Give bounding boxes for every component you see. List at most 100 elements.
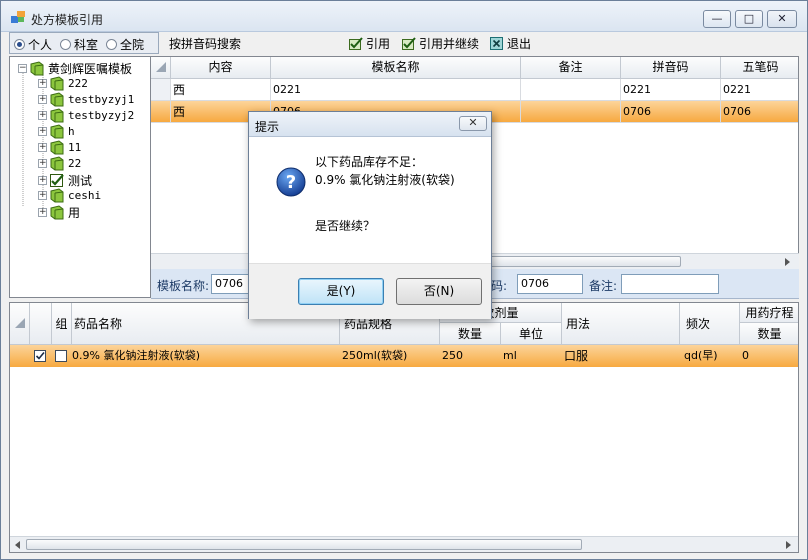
tree-item[interactable]: + testbyzyj2 — [38, 108, 134, 123]
note-input[interactable] — [621, 274, 719, 294]
table-cell[interactable]: 0221 — [271, 79, 521, 101]
col-header-dose-unit[interactable]: 单位 — [501, 323, 562, 345]
table-row[interactable]: 0.9% 氯化钠注射液(软袋) 250ml(软袋) 250 ml 口服 qd(早… — [10, 345, 798, 367]
exit-label: 退出 — [507, 36, 532, 51]
pinyin-search-button[interactable]: 按拼音码搜索 — [169, 34, 241, 52]
dialog-footer: 是(Y) 否(N) — [249, 263, 491, 319]
table-cell[interactable]: 0706 — [721, 101, 798, 123]
question-icon: ? — [276, 167, 306, 197]
expand-icon: + — [38, 207, 47, 217]
scope-radio-department[interactable]: 科室 — [60, 36, 98, 53]
tree-item[interactable]: + 测试 — [38, 172, 92, 189]
col-header-check[interactable] — [30, 303, 52, 345]
book-icon — [50, 92, 64, 107]
table-cell[interactable]: 西 — [171, 79, 271, 101]
prescription-template-window: 处方模板引用 — □ ✕ 个人 科室 全院 按拼音码搜索 引用 引用并继续 退出… — [0, 0, 808, 560]
dialog-title-bar: 提示 ✕ — [249, 112, 491, 137]
minimize-button[interactable]: — — [703, 10, 731, 28]
col-header-pinyin[interactable]: 拼音码 — [621, 57, 721, 79]
cite-continue-button[interactable]: 引用并继续 — [402, 34, 479, 52]
checkmark-icon — [35, 351, 45, 360]
col-header-dose-qty[interactable]: 数量 — [440, 323, 501, 345]
tree-root[interactable]: − 黄剑辉医嘱模板 — [18, 60, 132, 77]
scope-radio-personal[interactable]: 个人 — [14, 36, 52, 53]
scope-radio-hospital[interactable]: 全院 — [106, 36, 144, 53]
table-cell[interactable]: 0221 — [621, 79, 721, 101]
tree-item-label: h — [68, 125, 75, 138]
pinyin-search-label: 按拼音码搜索 — [169, 36, 242, 51]
dose-unit-cell[interactable]: ml — [503, 345, 517, 367]
maximize-button[interactable]: □ — [735, 10, 763, 28]
stock-warning-dialog: 提示 ✕ ? 以下药品库存不足： 0.9% 氯化钠注射液(软袋) 是否继续？ 是… — [248, 111, 492, 319]
table-cell[interactable]: 0706 — [621, 101, 721, 123]
cite-button[interactable]: 引用 — [349, 34, 390, 52]
row-header[interactable] — [151, 101, 171, 123]
tree-item-label: testbyzyj1 — [68, 93, 135, 106]
window-title: 处方模板引用 — [31, 13, 104, 27]
col-header-course[interactable]: 用药疗程 — [740, 303, 798, 323]
dose-qty-cell[interactable]: 250 — [442, 345, 463, 367]
usage-cell[interactable]: 口服 — [564, 345, 588, 367]
corner-triangle-icon — [155, 62, 166, 72]
col-header-wubi[interactable]: 五笔码 — [721, 57, 798, 79]
book-icon — [50, 205, 64, 220]
table-cell[interactable] — [521, 79, 621, 101]
scroll-thumb[interactable] — [481, 256, 681, 267]
pinyin-code-input[interactable]: 0706 — [517, 274, 583, 294]
book-icon — [50, 76, 64, 91]
group-checkbox[interactable] — [55, 350, 67, 362]
dialog-title: 提示 — [255, 120, 280, 134]
expand-icon: + — [38, 126, 47, 136]
scroll-left-icon[interactable] — [15, 541, 20, 549]
no-button[interactable]: 否(N) — [396, 278, 482, 305]
row-checkbox[interactable] — [34, 350, 46, 362]
tree-item[interactable]: + 222 — [38, 76, 88, 91]
drug-name-cell[interactable]: 0.9% 氯化钠注射液(软袋) — [72, 345, 200, 367]
tree-item-label: 11 — [68, 141, 82, 154]
tree-item[interactable]: + 用 — [38, 204, 80, 221]
exit-button[interactable]: 退出 — [490, 34, 531, 52]
col-header-content[interactable]: 内容 — [171, 57, 271, 79]
col-header-usage[interactable]: 用法 — [562, 303, 680, 345]
select-all-corner[interactable] — [151, 57, 171, 79]
select-all-corner[interactable] — [10, 303, 30, 345]
tree-item-label: 22 — [68, 157, 82, 170]
col-header-name[interactable]: 模板名称 — [271, 57, 521, 79]
col-header-freq[interactable]: 频次 — [680, 303, 740, 345]
tree-item[interactable]: + ceshi — [38, 188, 101, 203]
table-cell[interactable] — [521, 101, 621, 123]
yes-button[interactable]: 是(Y) — [298, 278, 384, 305]
drug-spec-cell[interactable]: 250ml(软袋) — [342, 345, 407, 367]
book-icon — [30, 61, 44, 76]
template-name-label: 模板名称: — [157, 279, 210, 293]
radio-checked-icon — [14, 39, 25, 50]
col-header-note[interactable]: 备注 — [521, 57, 621, 79]
tree-item[interactable]: + testbyzyj1 — [38, 92, 134, 107]
table-cell[interactable]: 0221 — [721, 79, 798, 101]
col-header-course-qty[interactable]: 数量 — [740, 323, 798, 345]
freq-cell[interactable]: qd(早) — [684, 345, 718, 367]
row-header[interactable] — [151, 79, 171, 101]
tree-item[interactable]: + 11 — [38, 140, 81, 155]
course-qty-cell[interactable]: 0 — [742, 345, 749, 367]
radio-unchecked-icon — [60, 39, 71, 50]
minimize-icon: — — [711, 12, 723, 25]
scroll-right-icon[interactable] — [785, 258, 790, 266]
tree-item-label: 用 — [68, 206, 81, 220]
book-icon — [50, 140, 64, 155]
exit-icon — [490, 36, 503, 50]
tree-item[interactable]: + h — [38, 124, 75, 139]
drug-grid-hscrollbar[interactable] — [10, 536, 798, 552]
tree-root-label: 黄剑辉医嘱模板 — [48, 62, 133, 76]
corner-triangle-icon — [15, 318, 25, 328]
col-header-group[interactable]: 组 — [52, 303, 72, 345]
scope-radio-group: 个人 科室 全院 — [9, 32, 159, 54]
scroll-thumb[interactable] — [26, 539, 582, 550]
dialog-question: 是否继续？ — [315, 219, 376, 233]
scope-radio-label: 科室 — [74, 38, 99, 52]
dialog-close-button[interactable]: ✕ — [459, 116, 487, 131]
close-button[interactable]: ✕ — [767, 10, 797, 28]
radio-unchecked-icon — [106, 39, 117, 50]
tree-item[interactable]: + 22 — [38, 156, 81, 171]
scroll-right-icon[interactable] — [786, 541, 791, 549]
